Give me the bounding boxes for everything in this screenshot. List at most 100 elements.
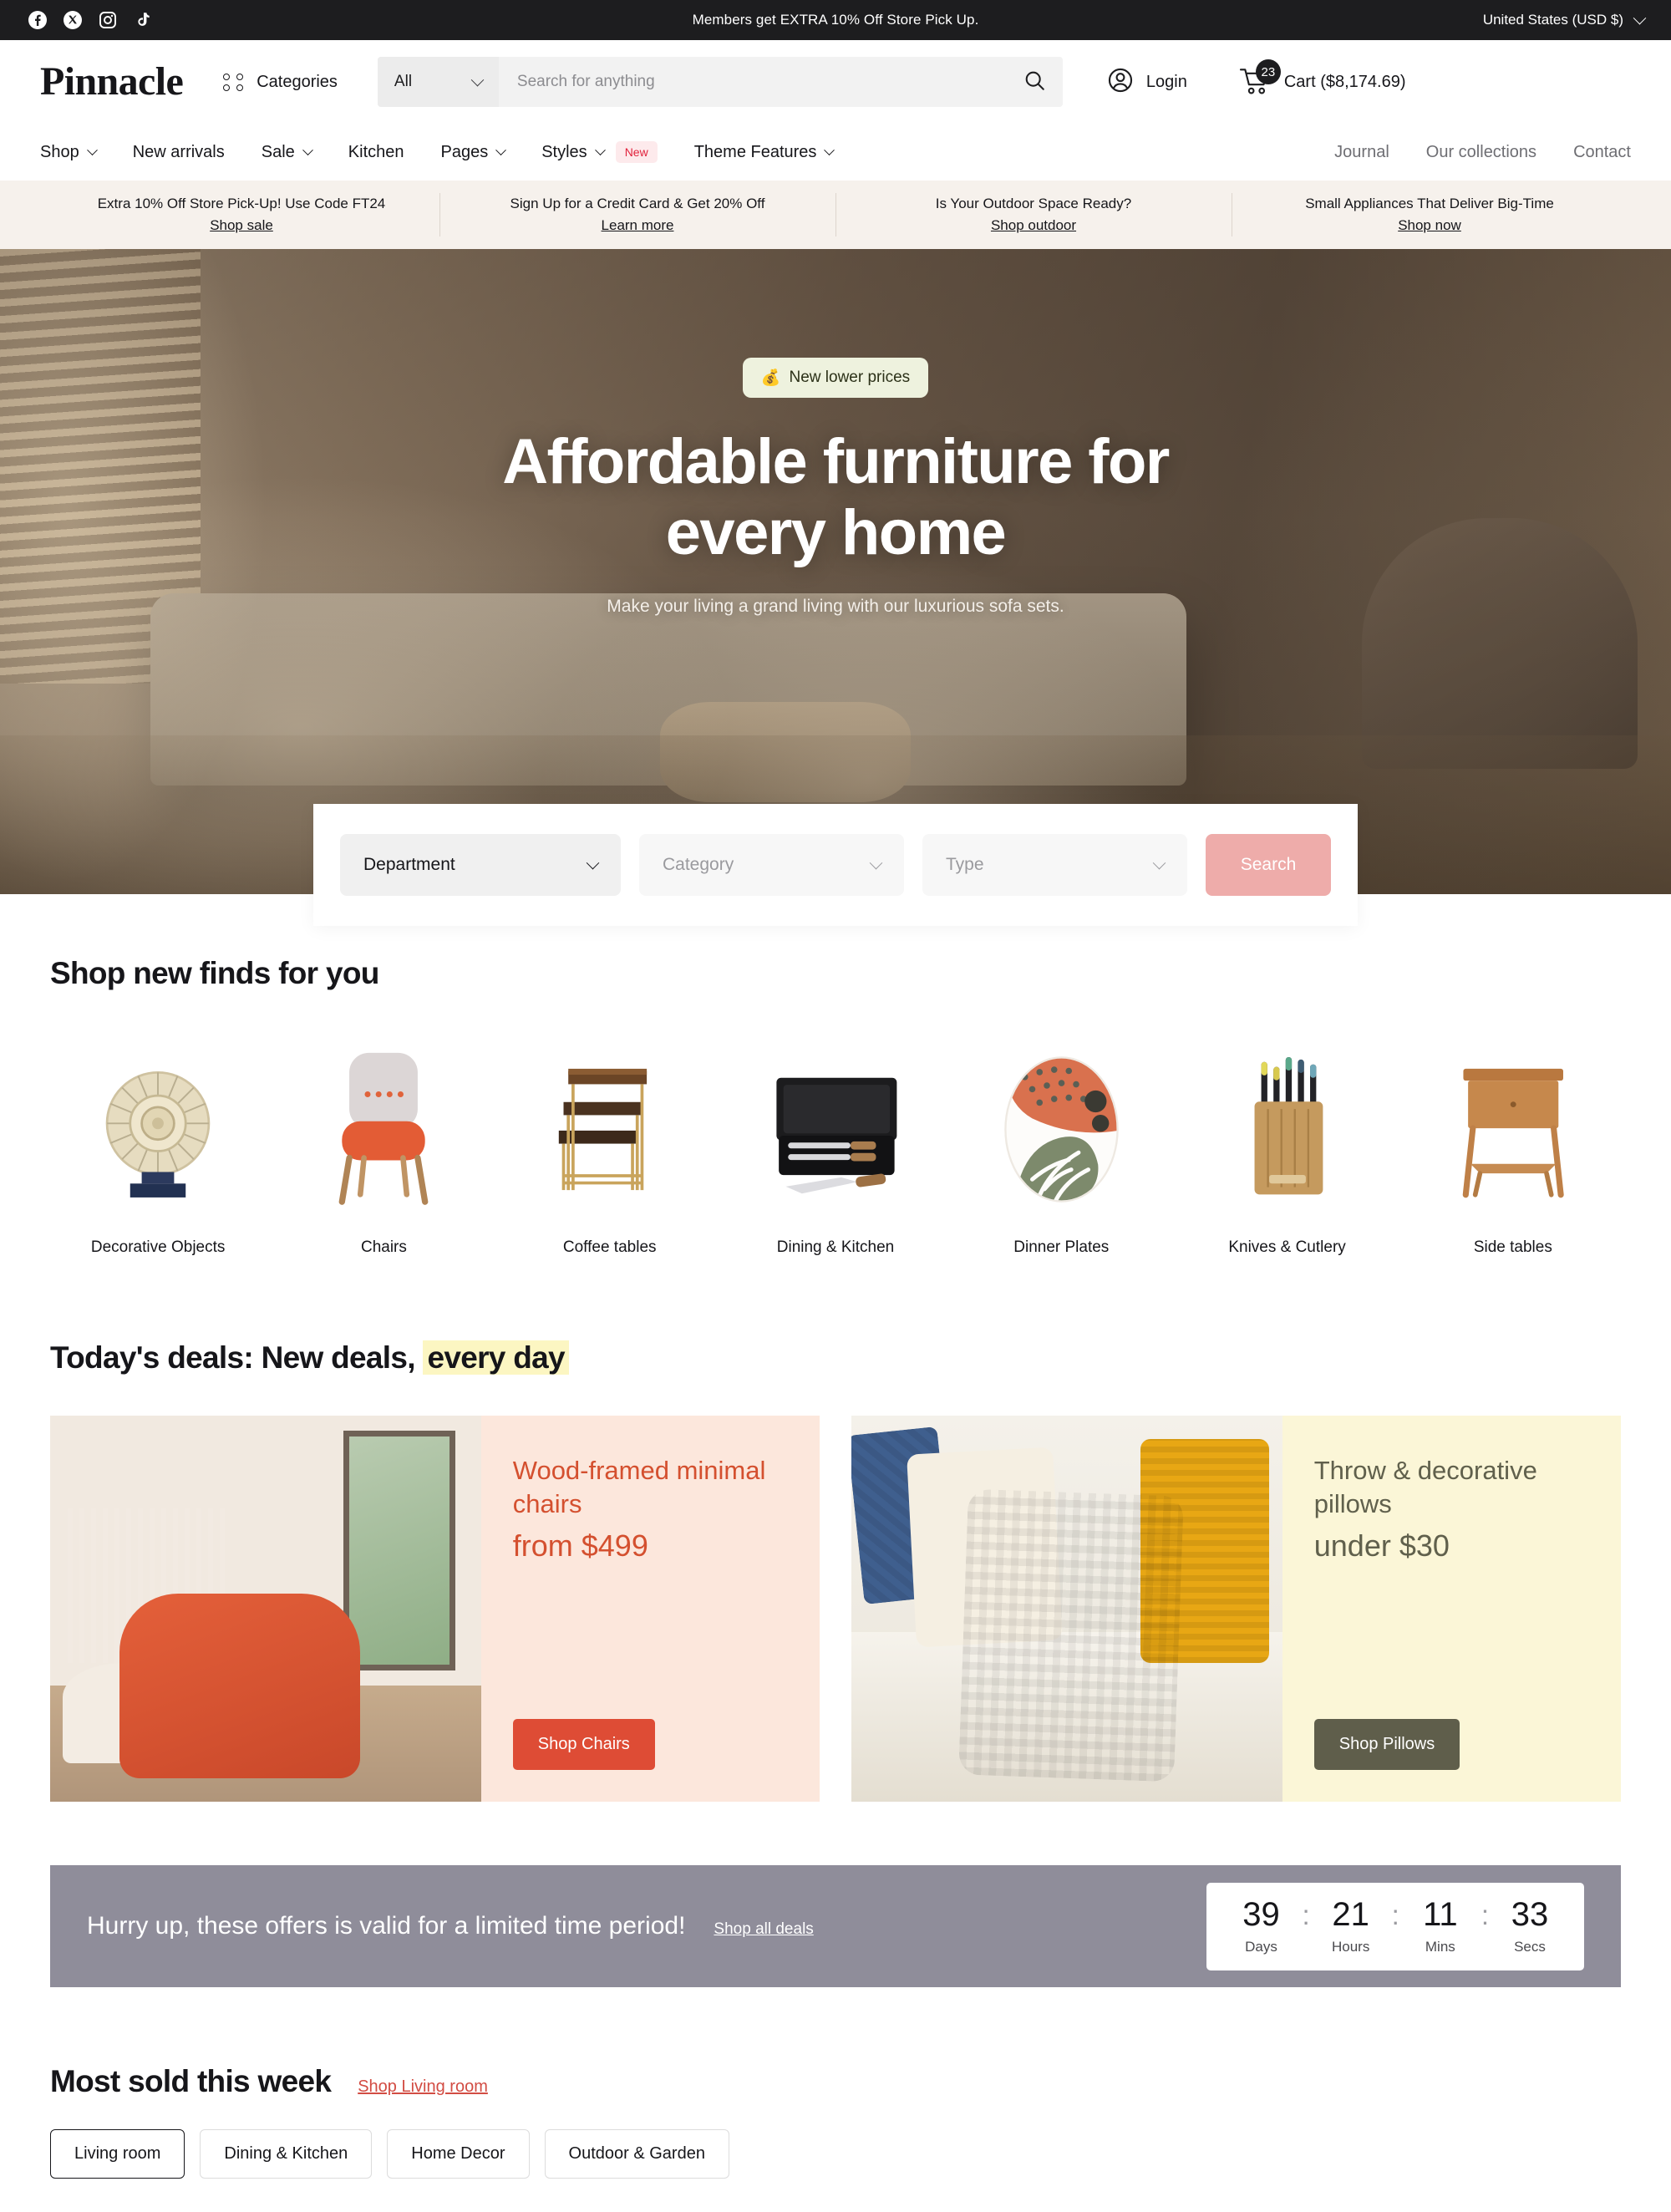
category-select[interactable]: Category	[639, 834, 904, 896]
knife-case-icon	[728, 1040, 943, 1207]
search-bar: All	[377, 57, 1063, 107]
deal-card-body: Wood-framed minimal chairs from $499 Sho…	[480, 1416, 820, 1802]
nav-item-kitchen[interactable]: Kitchen	[348, 143, 404, 162]
shop-pillows-button[interactable]: Shop Pillows	[1313, 1719, 1460, 1770]
hero-title-line2: every home	[665, 497, 1007, 569]
countdown-value: 11	[1423, 1895, 1458, 1933]
category-tile-side-tables[interactable]: Side tables	[1405, 1040, 1621, 1257]
promo-link[interactable]: Shop now	[1232, 217, 1628, 234]
hero-title-line1: Affordable furniture for	[502, 426, 1170, 497]
countdown-unit-days: 39 Days	[1235, 1898, 1287, 1955]
nav-label: Styles	[541, 142, 587, 161]
shop-all-deals-link[interactable]: Shop all deals	[714, 1920, 813, 1939]
countdown-unit-mins: 11 Mins	[1415, 1898, 1466, 1955]
tiktok-icon[interactable]	[132, 9, 154, 31]
countdown-bar: Hurry up, these offers is valid for a li…	[50, 1865, 1621, 1987]
deal-title: Throw & decorative pillows	[1313, 1456, 1537, 1518]
nav-item-styles[interactable]: Styles	[541, 142, 606, 162]
shop-living-room-link[interactable]: Shop Living room	[358, 2077, 488, 2097]
most-sold-heading: Most sold this week	[50, 2064, 332, 2098]
categories-button[interactable]: Categories	[223, 71, 338, 93]
search-scope-select[interactable]: All	[377, 57, 499, 107]
deal-price: under $30	[1313, 1528, 1450, 1564]
countdown-clock: 39 Days : 21 Hours : 11 Mins : 33 Secs	[1206, 1882, 1584, 1970]
category-tile-dining-kitchen[interactable]: Dining & Kitchen	[728, 1040, 943, 1257]
filter-row: Department Category Type Search	[340, 834, 1331, 896]
ammonite-sculpture-icon	[50, 1040, 266, 1207]
category-tile-chairs[interactable]: Chairs	[276, 1040, 491, 1257]
category-tile-label: Dining & Kitchen	[776, 1238, 895, 1256]
nav-item-theme-features[interactable]: Theme Features	[694, 143, 836, 162]
facebook-icon[interactable]	[27, 9, 48, 31]
nesting-tables-icon	[502, 1040, 718, 1207]
nav-item-shop[interactable]: Shop	[40, 143, 98, 162]
upholstered-chair-icon	[276, 1040, 491, 1207]
main-nav: Shop New arrivals Sale Kitchen Pages Sty…	[0, 124, 1671, 181]
login-button[interactable]: Login	[1106, 66, 1187, 99]
promo-link[interactable]: Learn more	[439, 217, 836, 234]
chevron-down-icon	[1633, 11, 1647, 24]
department-select[interactable]: Department	[340, 834, 621, 896]
tab-home-decor[interactable]: Home Decor	[387, 2129, 530, 2179]
patterned-plate-icon	[953, 1040, 1169, 1207]
deal-card-chairs[interactable]: Wood-framed minimal chairs from $499 Sho…	[50, 1416, 820, 1802]
tab-outdoor-garden[interactable]: Outdoor & Garden	[544, 2129, 729, 2179]
countdown-value: 33	[1511, 1895, 1549, 1933]
cart-icon: 23	[1239, 59, 1281, 97]
search-input[interactable]	[498, 57, 1008, 107]
nav-item-pages[interactable]: Pages	[441, 143, 507, 162]
shop-chairs-button[interactable]: Shop Chairs	[512, 1719, 655, 1770]
hero-content: 💰 New lower prices Affordable furniture …	[0, 249, 1671, 617]
category-tile-coffee-tables[interactable]: Coffee tables	[502, 1040, 718, 1257]
promo-title: Extra 10% Off Store Pick-Up! Use Code FT…	[97, 196, 386, 211]
nav-label: New arrivals	[132, 142, 225, 161]
most-sold-tabs: Living room Dining & Kitchen Home Decor …	[50, 2129, 1621, 2212]
type-value: Type	[946, 855, 984, 874]
site-header: Pinnacle Categories All Search for anyth…	[0, 40, 1671, 124]
chevron-down-icon	[586, 856, 600, 869]
tab-dining-kitchen[interactable]: Dining & Kitchen	[200, 2129, 373, 2179]
nav-label: Sale	[261, 142, 295, 161]
x-icon[interactable]	[62, 9, 84, 31]
most-sold-header: Most sold this week Shop Living room	[50, 2064, 1621, 2099]
storefront-page: Members get EXTRA 10% Off Store Pick Up.…	[0, 0, 1671, 2212]
category-tile-label: Decorative Objects	[90, 1238, 226, 1256]
grid-dots-icon	[223, 71, 245, 93]
category-tiles: Decorative Objects Chairs Coffee tables …	[50, 1040, 1621, 1257]
nav-item-our-collections[interactable]: Our collections	[1426, 143, 1536, 162]
search-submit-button[interactable]	[1008, 57, 1063, 107]
category-tile-dinner-plates[interactable]: Dinner Plates	[953, 1040, 1169, 1257]
filter-search-button[interactable]: Search	[1206, 834, 1331, 896]
region-selector[interactable]: United States (USD $)	[1483, 11, 1647, 28]
countdown-label: Mins	[1425, 1938, 1455, 1955]
logo[interactable]: Pinnacle	[40, 62, 184, 102]
countdown-separator: :	[1481, 1899, 1489, 1930]
promo-link[interactable]: Shop sale	[43, 217, 439, 234]
deal-card-pillows[interactable]: Throw & decorative pillows under $30 Sho…	[851, 1416, 1621, 1802]
category-tile-decorative-objects[interactable]: Decorative Objects	[50, 1040, 266, 1257]
category-tile-knives-cutlery[interactable]: Knives & Cutlery	[1179, 1040, 1394, 1257]
type-select[interactable]: Type	[922, 834, 1187, 896]
deals-heading: Today's deals: New deals, every day	[50, 1340, 1621, 1376]
deal-card-body: Throw & decorative pillows under $30 Sho…	[1282, 1416, 1621, 1802]
cart-button[interactable]: 23 Cart ($8,174.69)	[1239, 59, 1406, 97]
nav-item-contact[interactable]: Contact	[1573, 143, 1631, 162]
search-icon	[1023, 69, 1047, 95]
nav-item-new-arrivals[interactable]: New arrivals	[133, 143, 225, 162]
countdown-label: Secs	[1514, 1938, 1546, 1955]
nav-label: Contact	[1573, 142, 1631, 161]
nav-item-sale[interactable]: Sale	[261, 142, 313, 162]
deals-heading-plain: Today's deals: New deals,	[50, 1340, 416, 1375]
tab-living-room[interactable]: Living room	[50, 2129, 185, 2179]
promo-link[interactable]: Shop outdoor	[836, 217, 1232, 234]
instagram-icon[interactable]	[97, 9, 119, 31]
countdown-unit-secs: 33 Secs	[1504, 1898, 1556, 1955]
ottoman-decor	[660, 702, 911, 802]
categories-label: Categories	[256, 72, 338, 91]
sofa-decor	[150, 593, 1186, 786]
chevron-down-icon	[86, 144, 98, 155]
nav-item-journal[interactable]: Journal	[1334, 143, 1389, 162]
countdown-label: Hours	[1331, 1938, 1370, 1955]
chevron-down-icon	[594, 144, 606, 155]
login-label: Login	[1145, 72, 1187, 91]
